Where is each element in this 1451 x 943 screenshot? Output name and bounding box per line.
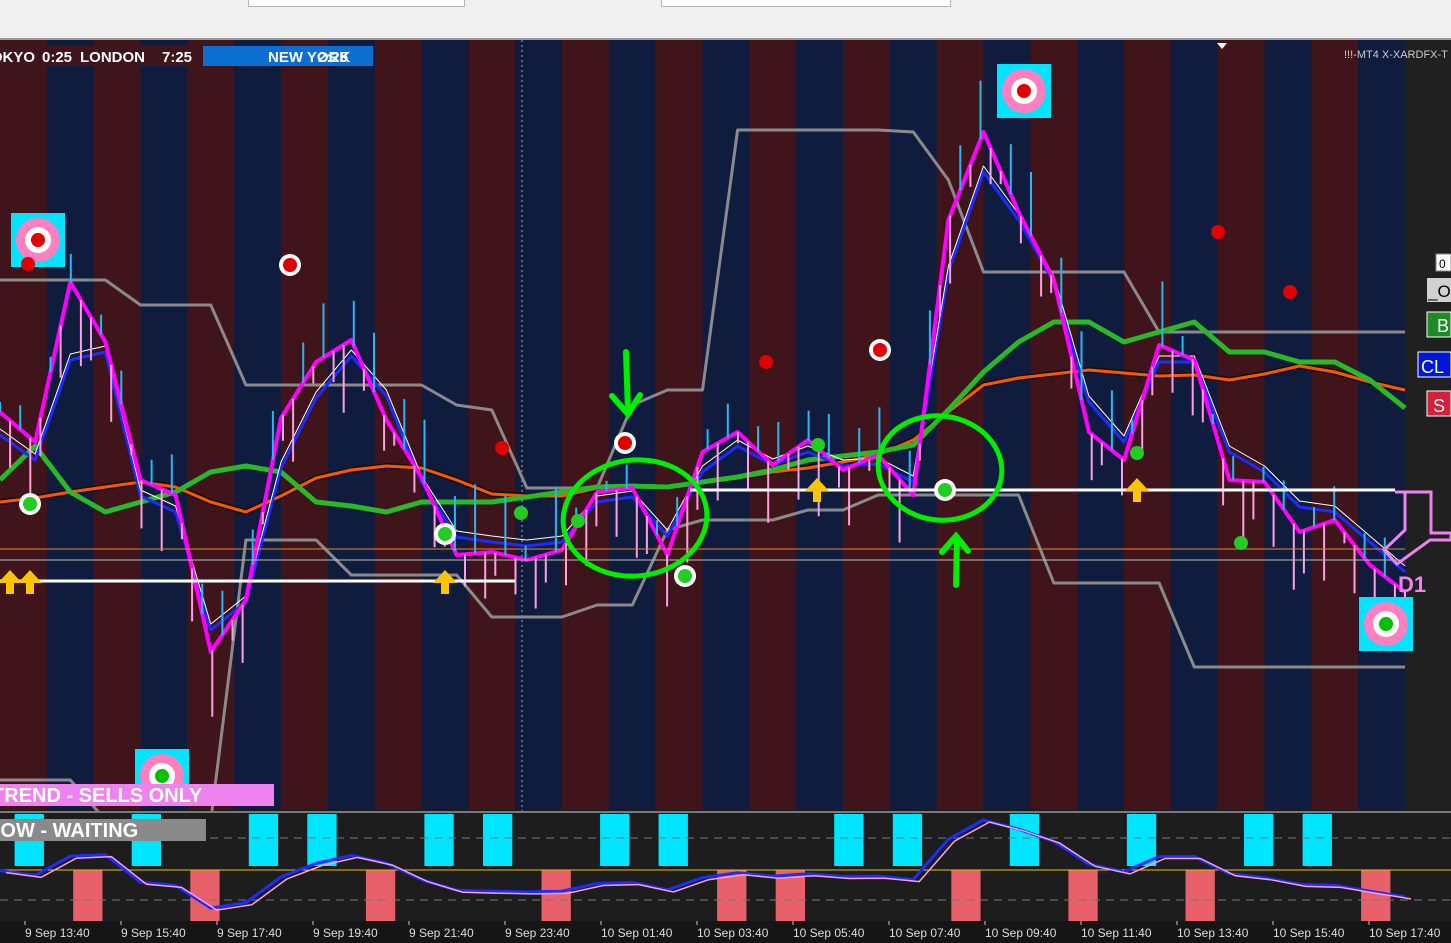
histogram-up-bar (248, 814, 279, 866)
buy-target-icon-dot (1379, 617, 1393, 631)
session-band-blue (796, 40, 844, 810)
session-band-blue (1077, 40, 1125, 810)
x-tick-label: 10 Sep 13:40 (1177, 926, 1249, 940)
session-band-blue (140, 40, 188, 810)
flow-status-text: FLOW - WAITING (0, 820, 138, 842)
histogram-down-bar (365, 870, 396, 921)
histogram-down-bar (951, 870, 981, 921)
session-band-red (843, 40, 891, 810)
session-band-blue (608, 40, 657, 810)
right-margin (1405, 40, 1451, 810)
session-band-blue (327, 40, 376, 810)
buy-dot (514, 506, 528, 520)
histogram-up-bar (424, 814, 454, 866)
sell-dot (1283, 285, 1297, 299)
sell-signal-dot (873, 343, 887, 357)
sell-signal-dot (283, 258, 297, 272)
buy-target-icon-dot (155, 769, 169, 783)
session-band-blue (46, 40, 95, 810)
x-tick-label: 10 Sep 17:40 (1369, 926, 1441, 940)
buy-dot (571, 514, 585, 528)
histogram-down-bar (73, 870, 103, 921)
x-tick-label: 9 Sep 13:40 (25, 926, 90, 940)
histogram-up-bar (483, 814, 513, 866)
session-band-red (1030, 40, 1078, 810)
indicator-title: !!!-MT4 X-XARDFX-T (1344, 49, 1448, 61)
histogram-down-bar (541, 870, 571, 921)
buy-signal-dot (23, 497, 37, 511)
buy-dot (1130, 446, 1144, 460)
toolbar-field[interactable] (248, 0, 465, 7)
histogram-down-bar (1068, 870, 1098, 921)
session-band-red (281, 40, 329, 810)
histogram-up-bar (600, 814, 630, 866)
session-band-red (562, 40, 610, 810)
buy-signal-dot (938, 483, 952, 497)
x-tick-label: 10 Sep 11:40 (1081, 926, 1152, 940)
session-band-red (468, 40, 516, 810)
buy-dot (811, 438, 825, 452)
session-band-red (1311, 40, 1359, 810)
sell-target-icon-dot (1017, 84, 1031, 98)
session-band-blue (1358, 40, 1406, 810)
x-tick-label: 10 Sep 07:40 (889, 926, 961, 940)
session-band-blue (1264, 40, 1312, 810)
value-box-text: 0 (1439, 257, 1446, 271)
x-tick-label: 9 Sep 21:40 (409, 926, 474, 940)
histogram-up-bar (1302, 814, 1332, 866)
buy-signal-dot (678, 569, 692, 583)
histogram-up-bar (658, 814, 688, 866)
session-london-label: LONDON (80, 49, 145, 66)
session-tokyo-time: 0:25 (42, 49, 72, 66)
x-tick-label: 9 Sep 17:40 (217, 926, 282, 940)
histogram-down-bar (1185, 870, 1215, 921)
histogram-up-bar (307, 814, 337, 866)
session-tokyo-label: TOKYO (0, 49, 35, 66)
histogram-up-bar (1009, 814, 1040, 866)
buy-button-label: B (1437, 316, 1449, 336)
buy-dot (1234, 536, 1248, 550)
close-button-label: CL (1421, 357, 1444, 377)
session-band-blue (702, 40, 750, 810)
histogram-up-bar (892, 814, 923, 866)
sell-target-icon-dot (31, 233, 45, 247)
daily-level-label: D1 (1398, 572, 1426, 597)
x-tick-label: 10 Sep 15:40 (1273, 926, 1345, 940)
sell-dot (1211, 225, 1225, 239)
x-tick-label: 9 Sep 15:40 (121, 926, 186, 940)
x-tick-label: 10 Sep 03:40 (697, 926, 769, 940)
session-band-blue (421, 40, 469, 810)
histogram-up-bar (834, 814, 864, 866)
x-tick-label: 10 Sep 05:40 (793, 926, 865, 940)
session-newyork-time: 2:25 (318, 49, 348, 66)
sell-dot (21, 257, 35, 271)
histogram-up-bar (1244, 814, 1274, 866)
session-band-red (1217, 40, 1265, 810)
session-band-blue (234, 40, 282, 810)
sell-signal-dot (618, 436, 632, 450)
session-band-red (93, 40, 141, 810)
sell-button-label: S (1433, 396, 1445, 416)
sell-dot (495, 441, 509, 455)
session-band-red (749, 40, 797, 810)
buy-signal-dot (438, 527, 452, 541)
window-toolbar (0, 0, 1451, 40)
sell-dot (759, 355, 773, 369)
x-tick-label: 10 Sep 01:40 (601, 926, 673, 940)
x-tick-label: 9 Sep 23:40 (505, 926, 570, 940)
trend-status-text: TREND - SELLS ONLY (0, 785, 203, 807)
price-chart[interactable]: TOKYO 0:25 LONDON 7:25 NEW YORK 2:25 !!!… (0, 40, 1451, 943)
panel-divider (0, 811, 1451, 813)
x-tick-label: 9 Sep 19:40 (313, 926, 378, 940)
session-london-time: 7:25 (162, 49, 192, 66)
orders-button-label: _O (1427, 282, 1451, 301)
x-tick-label: 10 Sep 09:40 (985, 926, 1057, 940)
session-band-blue (1170, 40, 1219, 810)
toolbar-field[interactable] (661, 0, 951, 7)
session-band-red (655, 40, 703, 810)
